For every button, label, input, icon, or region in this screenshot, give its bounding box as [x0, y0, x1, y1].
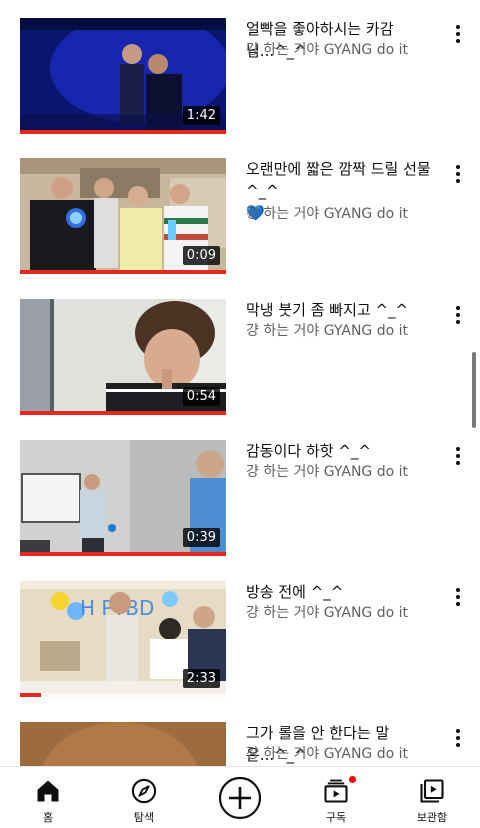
video-item[interactable]: 0:54 막냉 붓기 좀 빠지고 ^_^ 걍 하는 거야 GYANG do it: [0, 299, 480, 440]
video-item[interactable]: 그가 롤을 안 한다는 말은...^_^ 걍 하는 거야 GYANG do it: [0, 722, 480, 766]
nav-explore[interactable]: 탐색: [96, 767, 192, 828]
watch-progress-fill: [20, 270, 226, 274]
video-item[interactable]: H PYBD 2:33 방송 전에 ^_^ 걍 하는 거야 GYANG do i…: [0, 581, 480, 722]
video-thumbnail[interactable]: [20, 722, 226, 766]
nav-home[interactable]: 홈: [0, 767, 96, 828]
bottom-navigation: 홈 탐색 구독 보관함: [0, 766, 480, 828]
nav-explore-label: 탐색: [133, 811, 155, 824]
watch-progress-fill: [20, 693, 41, 697]
video-thumbnail[interactable]: 0:39: [20, 440, 226, 556]
watch-progress-track: [20, 693, 226, 697]
compass-icon: [131, 778, 157, 804]
channel-name[interactable]: 걍 하는 거야 GYANG do it: [246, 603, 442, 623]
video-duration: 1:42: [182, 106, 220, 125]
video-thumbnail[interactable]: 1:42: [20, 18, 226, 134]
video-item[interactable]: 0:09 오랜만에 짧은 깜짝 드릴 선물 ^_^ 💙 걍 하는 거야 GYAN…: [0, 158, 480, 299]
video-duration: 0:39: [182, 528, 220, 547]
video-thumbnail[interactable]: 0:09: [20, 158, 226, 274]
video-title[interactable]: 감동이다 하핫 ^_^: [246, 440, 442, 462]
watch-progress-fill: [20, 130, 226, 134]
video-title[interactable]: 막냉 붓기 좀 빠지고 ^_^: [246, 299, 442, 321]
video-thumbnail[interactable]: 0:54: [20, 299, 226, 415]
library-icon: [420, 779, 444, 803]
nav-create[interactable]: [192, 767, 288, 828]
more-vert-icon[interactable]: [448, 20, 468, 48]
channel-name[interactable]: 걍 하는 거야 GYANG do it: [246, 321, 442, 341]
video-item[interactable]: 0:39 감동이다 하핫 ^_^ 걍 하는 거야 GYANG do it: [0, 440, 480, 581]
video-title-text: 오랜만에 짧은 깜짝 드릴 선물 ^_^: [246, 160, 431, 200]
more-vert-icon[interactable]: [448, 442, 468, 470]
more-vert-icon[interactable]: [448, 160, 468, 188]
video-thumbnail[interactable]: H PYBD 2:33: [20, 581, 226, 697]
nav-subscriptions-label: 구독: [325, 811, 347, 824]
channel-name[interactable]: 걍 하는 거야 GYANG do it: [246, 204, 442, 224]
nav-subscriptions[interactable]: 구독: [288, 767, 384, 828]
thumbnail-image: [20, 722, 226, 766]
more-vert-icon[interactable]: [448, 301, 468, 329]
nav-home-label: 홈: [42, 811, 54, 824]
nav-library-label: 보관함: [416, 811, 448, 824]
video-title[interactable]: 방송 전에 ^_^: [246, 581, 442, 603]
nav-library[interactable]: 보관함: [384, 767, 480, 828]
more-vert-icon[interactable]: [448, 724, 468, 752]
watch-progress-fill: [20, 552, 226, 556]
video-item[interactable]: 1:42 얼빡을 좋아하시는 카감님...^_^ 걍 하는 거야 GYANG d…: [0, 18, 480, 159]
channel-name[interactable]: 걍 하는 거야 GYANG do it: [246, 462, 442, 482]
notification-dot: [348, 775, 357, 784]
more-vert-icon[interactable]: [448, 583, 468, 611]
video-feed: 1:42 얼빡을 좋아하시는 카감님...^_^ 걍 하는 거야 GYANG d…: [0, 0, 480, 766]
channel-name[interactable]: 걍 하는 거야 GYANG do it: [246, 40, 442, 60]
add-circle-icon: [218, 776, 262, 820]
video-duration: 0:09: [182, 246, 220, 265]
video-duration: 0:54: [182, 387, 220, 406]
home-icon: [37, 780, 59, 802]
subscriptions-icon: [324, 779, 348, 803]
scrollbar[interactable]: [472, 352, 476, 428]
watch-progress-fill: [20, 411, 226, 415]
channel-name[interactable]: 걍 하는 거야 GYANG do it: [246, 744, 442, 764]
video-duration: 2:33: [182, 669, 220, 688]
